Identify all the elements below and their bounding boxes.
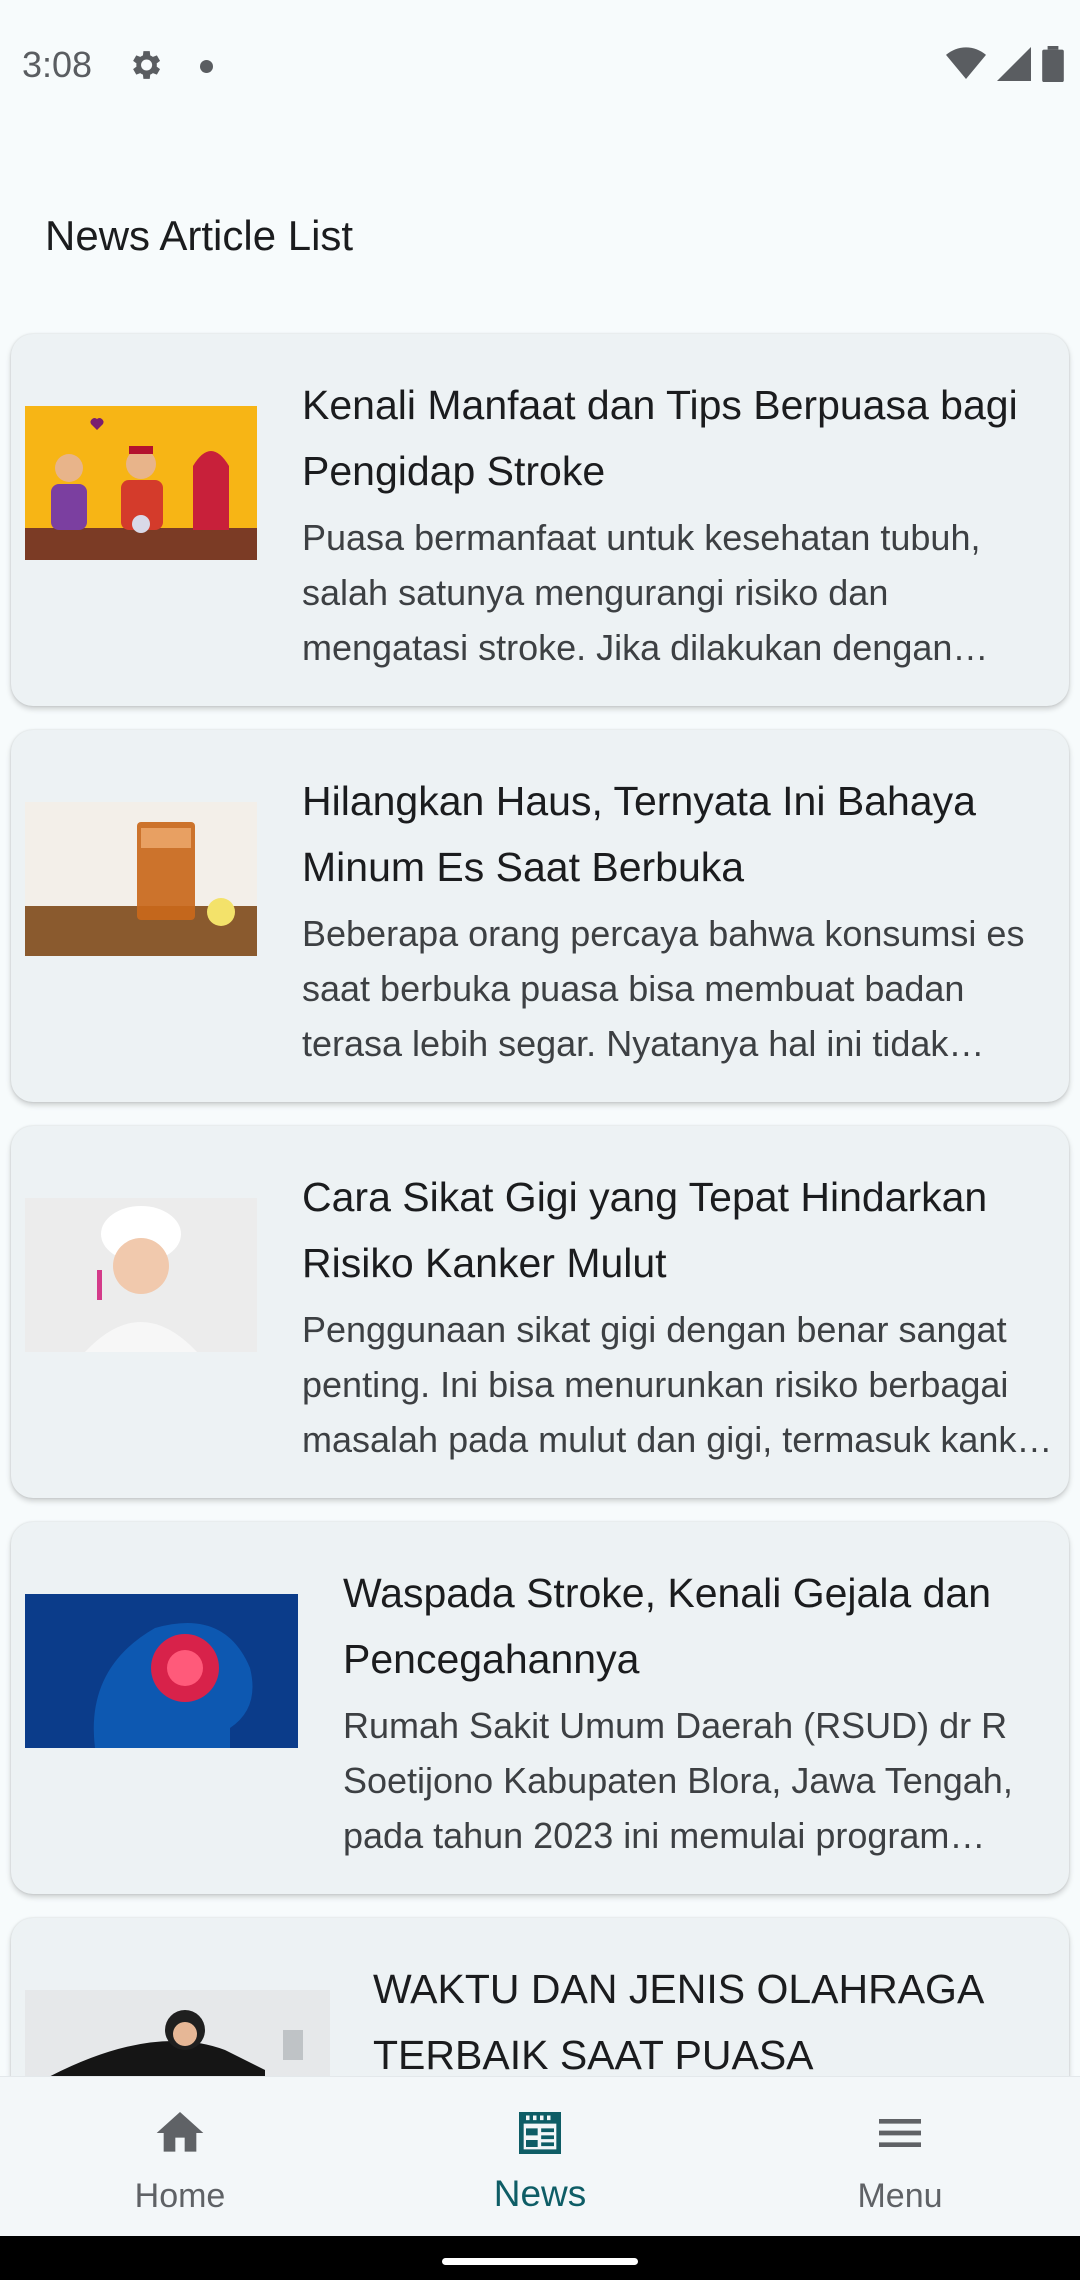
news-icon (512, 2105, 568, 2161)
article-card[interactable]: WAKTU DAN JENIS OLAHRAGA TERBAIK SAAT PU… (11, 1918, 1069, 2076)
article-card[interactable]: Waspada Stroke, Kenali Gejala dan Penceg… (11, 1522, 1069, 1894)
article-title: Hilangkan Haus, Ternyata Ini Bahaya Minu… (302, 778, 976, 890)
article-thumbnail (25, 802, 257, 956)
nav-item-menu[interactable]: Menu (720, 2077, 1080, 2237)
nav-label-menu: Menu (857, 2177, 943, 2215)
home-icon (152, 2105, 208, 2161)
menu-icon (872, 2105, 928, 2161)
home-gesture-handle[interactable] (442, 2258, 638, 2265)
bottom-navigation: Home News Menu (0, 2076, 1080, 2237)
article-description: Beberapa orang percaya bahwa konsumsi es… (302, 913, 1025, 1064)
nav-item-news[interactable]: News (360, 2077, 720, 2237)
article-title: WAKTU DAN JENIS OLAHRAGA TERBAIK SAAT PU… (373, 1966, 983, 2076)
nav-label-home: Home (134, 2177, 226, 2215)
article-thumbnail (25, 1594, 298, 1748)
nav-label-news: News (493, 2173, 587, 2214)
article-title: Waspada Stroke, Kenali Gejala dan Penceg… (343, 1570, 992, 1682)
gesture-navigation-area (0, 2236, 1080, 2280)
article-title: Cara Sikat Gigi yang Tepat Hindarkan Ris… (302, 1174, 988, 1286)
article-thumbnail (25, 406, 257, 560)
article-title: Kenali Manfaat dan Tips Berpuasa bagi Pe… (302, 382, 1018, 494)
news-article-list[interactable]: News Article List Kenali Manfaat dan Tip… (0, 0, 1080, 2076)
article-description: Puasa bermanfaat untuk kesehatan tubuh, … (302, 517, 981, 668)
page-title: News Article List (45, 212, 354, 259)
article-thumbnail (25, 1198, 257, 1352)
article-thumbnail (25, 1990, 330, 2076)
article-description: Penggunaan sikat gigi dengan benar sanga… (302, 1309, 1049, 1460)
article-card[interactable]: Hilangkan Haus, Ternyata Ini Bahaya Minu… (11, 730, 1069, 1102)
nav-item-home[interactable]: Home (0, 2077, 360, 2237)
article-card[interactable]: Kenali Manfaat dan Tips Berpuasa bagi Pe… (11, 334, 1069, 706)
article-description: Rumah Sakit Umum Daerah (RSUD) dr R Soet… (343, 1705, 1013, 1856)
article-card[interactable]: Cara Sikat Gigi yang Tepat Hindarkan Ris… (11, 1126, 1069, 1498)
